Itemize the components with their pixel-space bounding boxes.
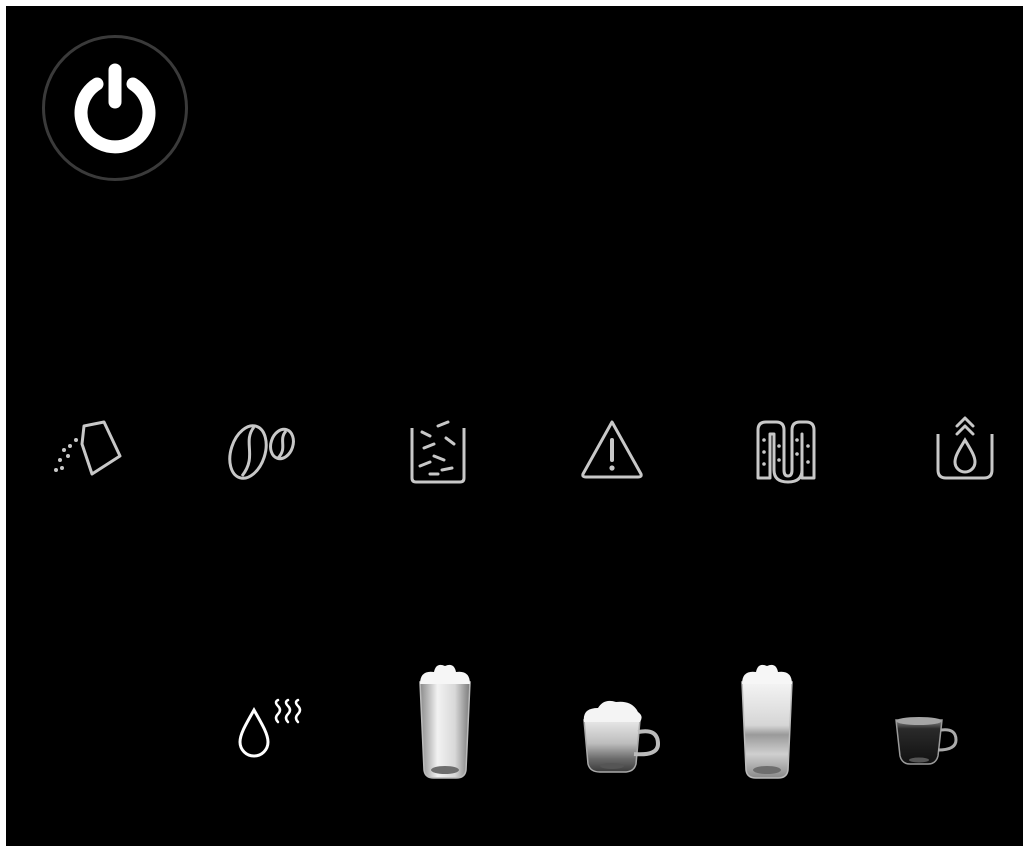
warning-indicator bbox=[580, 418, 644, 480]
coffee-beans-indicator bbox=[224, 416, 304, 486]
empty-grounds-container-indicator bbox=[408, 416, 468, 486]
add-ground-coffee-indicator bbox=[46, 416, 126, 482]
latte-glass-icon bbox=[419, 664, 471, 779]
cappuccino-cup-icon bbox=[583, 700, 661, 773]
add-ground-coffee-icon bbox=[54, 420, 122, 476]
empty-grounds-container-icon bbox=[410, 420, 466, 484]
power-icon bbox=[74, 63, 156, 154]
control-panel bbox=[6, 6, 1023, 846]
hot-water-icon bbox=[238, 698, 302, 758]
coffee-beans-icon bbox=[228, 424, 295, 480]
power-button[interactable] bbox=[42, 35, 188, 181]
latte-button[interactable] bbox=[410, 660, 480, 784]
water-tank-icon bbox=[936, 416, 994, 480]
descale-icon bbox=[756, 420, 816, 484]
hot-water-button[interactable] bbox=[236, 698, 308, 762]
latte-macchiato-glass-icon bbox=[741, 664, 793, 779]
warning-icon bbox=[581, 420, 643, 479]
espresso-button[interactable] bbox=[890, 708, 960, 770]
descale-indicator bbox=[754, 418, 818, 484]
cappuccino-button[interactable] bbox=[576, 694, 668, 778]
espresso-cup-icon bbox=[895, 717, 958, 765]
latte-macchiato-button[interactable] bbox=[732, 660, 802, 784]
water-tank-indicator bbox=[934, 414, 996, 482]
